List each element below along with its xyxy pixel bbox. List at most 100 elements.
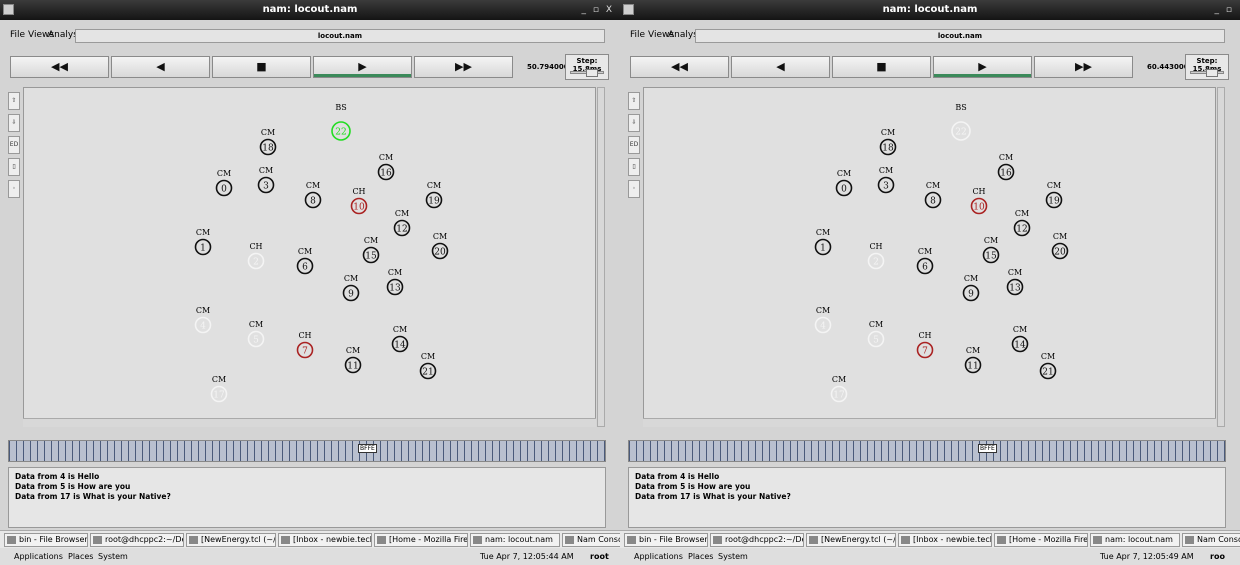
- task-button[interactable]: [Inbox - newbie.techn...: [278, 533, 372, 547]
- task-button[interactable]: bin - File Browser: [624, 533, 708, 547]
- node-8[interactable]: 8 CM: [304, 181, 322, 209]
- node-17[interactable]: 17 CM: [830, 375, 848, 403]
- edit-icon[interactable]: ED: [8, 136, 20, 154]
- node-0[interactable]: 0 CM: [215, 169, 233, 197]
- back-button[interactable]: ◀: [111, 56, 210, 78]
- task-button[interactable]: Nam Console v1.14: [1182, 533, 1240, 547]
- node-2[interactable]: 2 CH: [247, 242, 265, 270]
- back-button[interactable]: ◀: [731, 56, 830, 78]
- node-16[interactable]: 16 CM: [997, 153, 1015, 181]
- node-18[interactable]: 18 CM: [879, 128, 897, 156]
- edit-icon[interactable]: ED: [628, 136, 640, 154]
- node-20[interactable]: 20 CM: [1051, 232, 1069, 260]
- node-10[interactable]: 10 CH: [350, 187, 368, 215]
- zoom-in-icon[interactable]: ⇧: [8, 92, 20, 110]
- node-9[interactable]: 9 CM: [342, 274, 360, 302]
- stop-button[interactable]: ■: [832, 56, 931, 78]
- node-20[interactable]: 20 CM: [431, 232, 449, 260]
- timeline-scale[interactable]: BFFE: [8, 440, 606, 462]
- node-21[interactable]: 21 CM: [419, 352, 437, 380]
- canvas-horizontal-scrollbar[interactable]: [643, 418, 1216, 427]
- node-6[interactable]: 6 CM: [296, 247, 314, 275]
- canvas-vertical-scrollbar[interactable]: [1217, 87, 1225, 427]
- applications-menu[interactable]: Applications: [14, 548, 63, 565]
- forward-button[interactable]: ▶▶: [1034, 56, 1133, 78]
- task-button[interactable]: [NewEnergy.tcl (~/De...: [186, 533, 276, 547]
- node-11[interactable]: 11 CM: [964, 346, 982, 374]
- node-7[interactable]: 7 CH: [296, 331, 314, 359]
- menu-file[interactable]: File: [10, 30, 25, 40]
- node-10[interactable]: 10 CH: [970, 187, 988, 215]
- node-15[interactable]: 15 CM: [362, 236, 380, 264]
- window-controls[interactable]: _ ▫ X: [582, 0, 615, 20]
- select-icon[interactable]: ▯: [8, 158, 20, 176]
- user-name[interactable]: roo: [1210, 548, 1225, 565]
- stop-button[interactable]: ■: [212, 56, 311, 78]
- task-button[interactable]: root@dhcppc2:~/Des...: [90, 533, 184, 547]
- task-button[interactable]: [NewEnergy.tcl (~/De...: [806, 533, 896, 547]
- step-knob[interactable]: [1206, 69, 1218, 77]
- canvas-horizontal-scrollbar[interactable]: [23, 418, 596, 427]
- node-9[interactable]: 9 CM: [962, 274, 980, 302]
- node-13[interactable]: 13 CM: [386, 268, 404, 296]
- task-button[interactable]: [Home - Mozilla Firef...: [374, 533, 468, 547]
- step-slider[interactable]: Step: 15.8ms: [1185, 54, 1229, 80]
- task-button[interactable]: [Inbox - newbie.techn...: [898, 533, 992, 547]
- task-button[interactable]: root@dhcppc2:~/Des...: [710, 533, 804, 547]
- node-19[interactable]: 19 CM: [425, 181, 443, 209]
- node-1[interactable]: 1 CM: [194, 228, 212, 256]
- step-knob[interactable]: [586, 69, 598, 77]
- places-menu[interactable]: Places: [688, 548, 713, 565]
- zoom-in-icon[interactable]: ⇧: [628, 92, 640, 110]
- timeline-marker[interactable]: BFFE: [358, 444, 377, 453]
- node-4[interactable]: 4 CM: [194, 306, 212, 334]
- node-5[interactable]: 5 CM: [867, 320, 885, 348]
- node-3[interactable]: 3 CM: [257, 166, 275, 194]
- node-22[interactable]: 22: [331, 121, 351, 141]
- window-menu-icon[interactable]: [3, 4, 14, 15]
- timeline-scale[interactable]: BFFE: [628, 440, 1226, 462]
- system-menu[interactable]: System: [718, 548, 748, 565]
- node-19[interactable]: 19 CM: [1045, 181, 1063, 209]
- play-button[interactable]: ▶: [313, 56, 412, 78]
- node-12[interactable]: 12 CM: [393, 209, 411, 237]
- node-2[interactable]: 2 CH: [867, 242, 885, 270]
- node-0[interactable]: 0 CM: [835, 169, 853, 197]
- node-16[interactable]: 16 CM: [377, 153, 395, 181]
- node-18[interactable]: 18 CM: [259, 128, 277, 156]
- clock[interactable]: Tue Apr 7, 12:05:44 AM: [480, 548, 574, 565]
- node-21[interactable]: 21 CM: [1039, 352, 1057, 380]
- window-controls[interactable]: _ ▫: [1215, 0, 1234, 20]
- node-14[interactable]: 14 CM: [1011, 325, 1029, 353]
- node-1[interactable]: 1 CM: [814, 228, 832, 256]
- task-button[interactable]: bin - File Browser: [4, 533, 88, 547]
- node-4[interactable]: 4 CM: [814, 306, 832, 334]
- rewind-button[interactable]: ◀◀: [630, 56, 729, 78]
- task-button[interactable]: Nam Console v1.14: [562, 533, 620, 547]
- node-7[interactable]: 7 CH: [916, 331, 934, 359]
- node-5[interactable]: 5 CM: [247, 320, 265, 348]
- pan-icon[interactable]: ◦: [8, 180, 20, 198]
- node-15[interactable]: 15 CM: [982, 236, 1000, 264]
- menu-file[interactable]: File: [630, 30, 645, 40]
- timeline-marker[interactable]: BFFE: [978, 444, 997, 453]
- step-slider[interactable]: Step: 15.8ms: [565, 54, 609, 80]
- user-name[interactable]: root: [590, 548, 609, 565]
- node-12[interactable]: 12 CM: [1013, 209, 1031, 237]
- rewind-button[interactable]: ◀◀: [10, 56, 109, 78]
- applications-menu[interactable]: Applications: [634, 548, 683, 565]
- system-menu[interactable]: System: [98, 548, 128, 565]
- window-menu-icon[interactable]: [623, 4, 634, 15]
- node-3[interactable]: 3 CM: [877, 166, 895, 194]
- node-22[interactable]: 22: [951, 121, 971, 141]
- clock[interactable]: Tue Apr 7, 12:05:49 AM: [1100, 548, 1194, 565]
- task-button[interactable]: nam: locout.nam: [470, 533, 560, 547]
- select-icon[interactable]: ▯: [628, 158, 640, 176]
- forward-button[interactable]: ▶▶: [414, 56, 513, 78]
- zoom-out-icon[interactable]: ⇩: [8, 114, 20, 132]
- window-titlebar[interactable]: nam: locout.nam _ ▫ X: [0, 0, 620, 20]
- node-11[interactable]: 11 CM: [344, 346, 362, 374]
- node-8[interactable]: 8 CM: [924, 181, 942, 209]
- node-13[interactable]: 13 CM: [1006, 268, 1024, 296]
- task-button[interactable]: [Home - Mozilla Firef...: [994, 533, 1088, 547]
